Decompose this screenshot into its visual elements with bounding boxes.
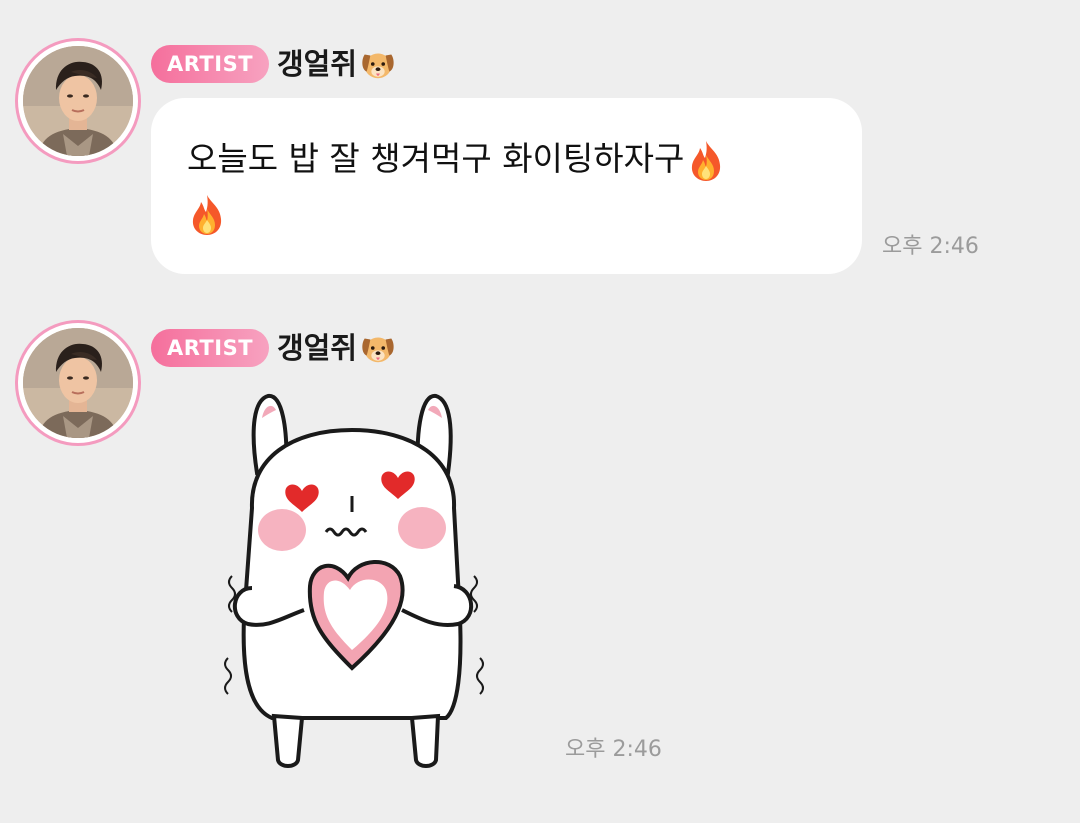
message-text-content: 오늘도 밥 잘 챙겨먹구 화이팅하자구 (187, 139, 685, 178)
sender-name[interactable]: 갱얼쥐 (277, 328, 397, 368)
artist-badge: ARTIST (151, 329, 269, 367)
sender-name-text: 갱얼쥐 (277, 331, 358, 365)
artist-avatar[interactable] (15, 320, 141, 446)
message-text: 오늘도 밥 잘 챙겨먹구 화이팅하자구 (187, 132, 826, 240)
fire-icon (187, 193, 227, 237)
artist-avatar[interactable] (15, 38, 141, 164)
dog-face-icon (359, 45, 397, 83)
message-timestamp: 오후 2:46 (565, 737, 662, 762)
message-bubble[interactable]: 오늘도 밥 잘 챙겨먹구 화이팅하자구 (151, 98, 862, 274)
artist-badge: ARTIST (151, 45, 269, 83)
avatar-photo (23, 328, 133, 438)
bunny-heart-sticker[interactable] (212, 388, 502, 773)
dog-face-icon (359, 329, 397, 367)
sender-name-text: 갱얼쥐 (277, 47, 358, 81)
avatar-photo (23, 46, 133, 156)
fire-icon (686, 139, 726, 183)
message-timestamp: 오후 2:46 (882, 234, 979, 259)
sender-name[interactable]: 갱얼쥐 (277, 44, 397, 84)
